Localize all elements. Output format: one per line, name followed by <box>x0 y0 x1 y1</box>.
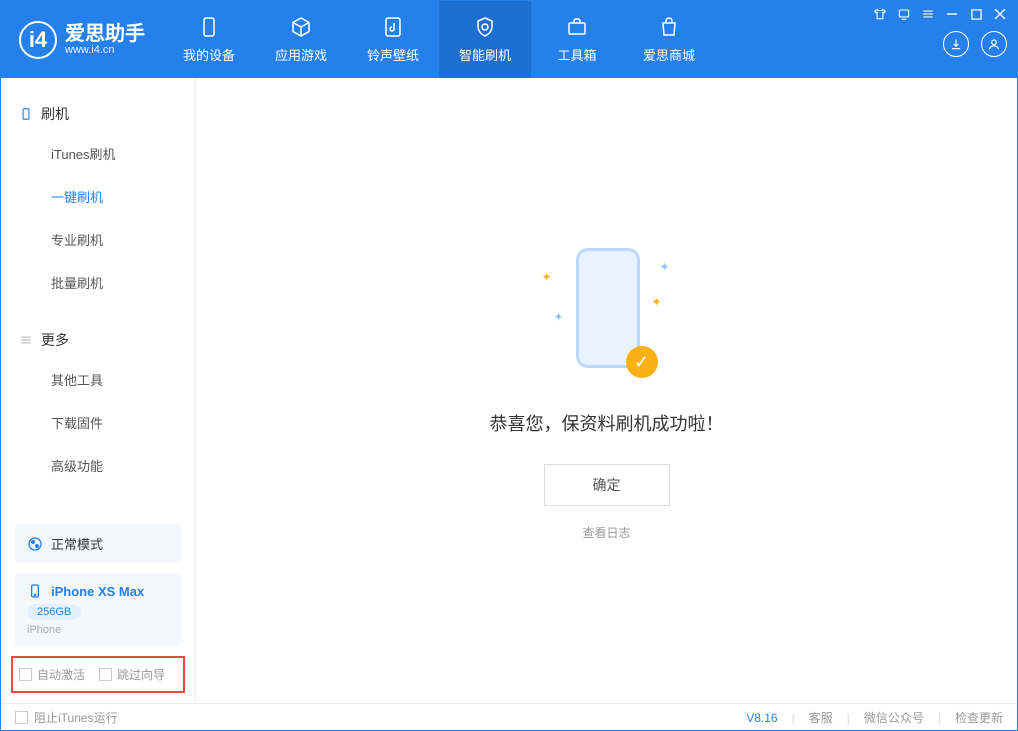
shield-rotate-icon <box>473 15 497 39</box>
success-message: 恭喜您，保资料刷机成功啦！ <box>490 410 724 436</box>
nav-ringtone-wallpaper[interactable]: 铃声壁纸 <box>347 1 439 78</box>
sidebar-item-other-tools[interactable]: 其他工具 <box>1 358 195 401</box>
sidebar-item-onekey-flash[interactable]: 一键刷机 <box>1 175 195 218</box>
header-actions <box>943 31 1007 57</box>
app-name: 爱思助手 <box>65 24 145 44</box>
app-url: www.i4.cn <box>65 44 145 56</box>
close-button[interactable] <box>993 7 1007 21</box>
nav-store[interactable]: 爱思商城 <box>623 1 715 78</box>
briefcase-icon <box>565 15 589 39</box>
device-name: iPhone XS Max <box>51 584 144 599</box>
main-content: ✦ ✦ ✦ ✦ ✓ 恭喜您，保资料刷机成功啦！ 确定 查看日志 <box>196 78 1017 703</box>
cube-icon <box>289 15 313 39</box>
sidebar-item-itunes-flash[interactable]: iTunes刷机 <box>1 132 195 175</box>
sidebar: 刷机 iTunes刷机 一键刷机 专业刷机 批量刷机 更多 其他工具 下载固件 … <box>1 78 196 703</box>
sidebar-item-batch-flash[interactable]: 批量刷机 <box>1 261 195 304</box>
user-button[interactable] <box>981 31 1007 57</box>
checkmark-icon: ✓ <box>626 346 658 378</box>
success-illustration: ✦ ✦ ✦ ✦ ✓ <box>562 240 652 380</box>
device-capacity: 256GB <box>27 604 81 620</box>
block-itunes-checkbox[interactable]: 阻止iTunes运行 <box>15 709 118 726</box>
device-icon <box>27 583 43 599</box>
view-log-link[interactable]: 查看日志 <box>582 524 630 541</box>
minimize-button[interactable] <box>945 7 959 21</box>
app-header: i4 爱思助手 www.i4.cn 我的设备 应用游戏 铃声壁纸 智能刷机 工具… <box>1 1 1017 78</box>
nav-my-device[interactable]: 我的设备 <box>163 1 255 78</box>
logo-icon: i4 <box>19 21 57 59</box>
feedback-icon[interactable] <box>897 7 911 21</box>
footer-link-wechat[interactable]: 微信公众号 <box>864 709 924 726</box>
ok-button[interactable]: 确定 <box>544 464 670 506</box>
device-type: iPhone <box>27 624 169 636</box>
device-box[interactable]: iPhone XS Max 256GB iPhone <box>15 573 181 646</box>
download-button[interactable] <box>943 31 969 57</box>
mode-icon <box>27 536 43 552</box>
footer-link-support[interactable]: 客服 <box>809 709 833 726</box>
options-row: 自动激活 跳过向导 <box>11 656 185 693</box>
skip-guide-checkbox[interactable]: 跳过向导 <box>99 666 165 683</box>
phone-icon <box>197 15 221 39</box>
sidebar-item-advanced[interactable]: 高级功能 <box>1 444 195 487</box>
sidebar-section-more: 更多 <box>1 322 195 358</box>
version-label: V8.16 <box>746 711 777 725</box>
mode-box[interactable]: 正常模式 <box>15 524 181 563</box>
nav-apps-games[interactable]: 应用游戏 <box>255 1 347 78</box>
sidebar-section-flash: 刷机 <box>1 96 195 132</box>
phone-small-icon <box>19 107 33 121</box>
sidebar-item-download-firmware[interactable]: 下载固件 <box>1 401 195 444</box>
nav-smart-flash[interactable]: 智能刷机 <box>439 1 531 78</box>
mode-label: 正常模式 <box>51 534 103 553</box>
tshirt-icon[interactable] <box>873 7 887 21</box>
bag-icon <box>657 15 681 39</box>
auto-activate-checkbox[interactable]: 自动激活 <box>19 666 85 683</box>
logo-area: i4 爱思助手 www.i4.cn <box>1 1 163 78</box>
window-controls <box>873 7 1007 21</box>
music-file-icon <box>381 15 405 39</box>
nav-bar: 我的设备 应用游戏 铃声壁纸 智能刷机 工具箱 爱思商城 <box>163 1 715 78</box>
list-icon <box>19 333 33 347</box>
menu-icon[interactable] <box>921 7 935 21</box>
nav-toolbox[interactable]: 工具箱 <box>531 1 623 78</box>
footer-link-update[interactable]: 检查更新 <box>955 709 1003 726</box>
sidebar-item-pro-flash[interactable]: 专业刷机 <box>1 218 195 261</box>
status-bar: 阻止iTunes运行 V8.16 | 客服 | 微信公众号 | 检查更新 <box>1 703 1017 731</box>
maximize-button[interactable] <box>969 7 983 21</box>
